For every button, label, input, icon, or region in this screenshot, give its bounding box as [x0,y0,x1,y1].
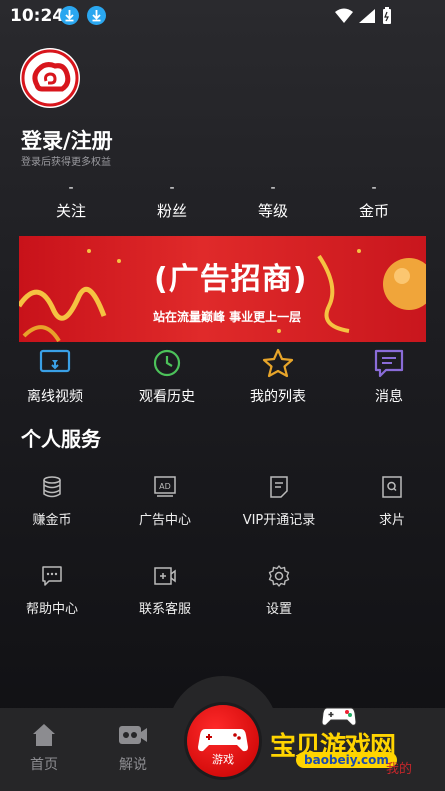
contact-service-button[interactable]: 联系客服 [115,564,215,617]
tab-label: 解说 [119,757,147,773]
settings-button[interactable]: 设置 [229,564,329,617]
login-register-link[interactable]: 登录/注册 [21,125,113,155]
offline-video-button[interactable]: 离线视频 [5,348,105,406]
banner-subtitle: 站在流量巅峰 事业更上一层 [153,310,302,324]
request-film-button[interactable]: 求片 [342,475,442,528]
download-icon [60,6,79,25]
stat-value: - [169,180,175,196]
service-label: 设置 [265,602,292,617]
gear-icon [268,565,290,587]
status-bar: 10:24 [0,0,445,32]
video-camera-icon [119,726,147,744]
coins-icon [43,476,61,498]
service-label: VIP开通记录 [242,513,316,528]
stat-coins[interactable]: - 金币 [324,180,424,221]
avatar[interactable] [20,48,80,108]
earn-coins-button[interactable]: 赚金币 [2,475,102,528]
stat-value: - [68,180,74,196]
ad-banner[interactable]: (广告招商) 站在流量巅峰 事业更上一层 [19,236,426,342]
my-list-button[interactable]: 我的列表 [228,348,328,406]
vip-record-button[interactable]: VIP开通记录 [229,475,329,528]
services-section-title: 个人服务 [21,427,101,451]
watch-history-button[interactable]: 观看历史 [117,348,217,406]
stat-value: - [371,180,377,196]
offline-video-icon [39,349,71,373]
download-icon [87,6,106,25]
stat-fans[interactable]: - 粉丝 [122,180,222,221]
status-indicators [333,6,413,30]
signal-icon [359,9,375,23]
app-logo-icon [21,49,79,107]
search-film-icon [382,476,402,498]
battery-icon [383,7,391,24]
service-label: 广告中心 [138,513,191,528]
stat-level[interactable]: - 等级 [223,180,323,221]
ad-icon: AD [154,476,176,497]
ad-center-button[interactable]: AD 广告中心 [115,475,215,528]
tab-home[interactable]: 首页 [14,722,74,774]
tab-mine-partial[interactable]: 我的 [386,758,412,777]
home-icon [33,724,55,746]
stat-follow[interactable]: - 关注 [21,180,121,221]
message-icon [374,349,404,378]
stat-label: 粉丝 [156,202,187,220]
star-icon [262,348,294,378]
status-time: 10:24 [10,6,65,26]
quick-action-label: 我的列表 [250,389,306,405]
tab-commentary[interactable]: 解说 [103,722,163,774]
watermark-url: baobeiy.com [296,752,397,768]
login-benefit-text: 登录后获得更多权益 [21,157,111,168]
tab-game[interactable]: 游戏 [187,705,259,777]
quick-action-label: 离线视频 [27,389,83,405]
service-label: 求片 [378,513,405,528]
messages-button[interactable]: 消息 [339,348,439,406]
tab-label: 首页 [30,757,58,773]
tab-label: 游戏 [212,753,234,766]
document-icon [270,476,288,498]
history-clock-icon [153,349,181,377]
help-chat-icon [42,566,62,586]
service-label: 赚金币 [32,513,72,528]
stat-value: - [270,180,276,196]
wifi-icon [335,8,353,23]
service-label: 联系客服 [138,602,191,617]
svg-text:AD: AD [159,482,171,491]
banner-title: (广告招商) [154,262,308,297]
service-label: 帮助中心 [25,602,78,617]
quick-action-label: 观看历史 [139,389,195,405]
stat-label: 金币 [358,202,389,220]
quick-action-label: 消息 [375,389,403,405]
help-center-button[interactable]: 帮助中心 [2,564,102,617]
service-video-icon [154,567,176,585]
stat-label: 等级 [257,202,288,220]
stat-label: 关注 [55,202,86,220]
